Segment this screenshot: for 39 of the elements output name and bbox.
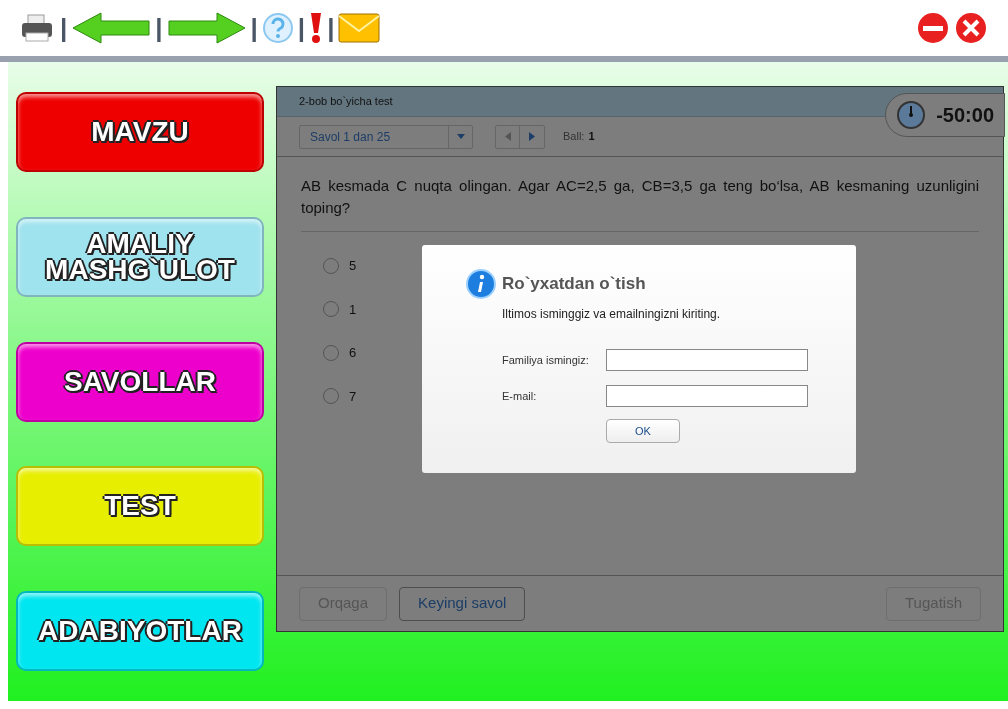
option-label: 6 [349, 344, 357, 362]
help-icon[interactable] [261, 12, 294, 44]
stopwatch-icon [896, 100, 927, 130]
dialog-message: Iltimos isminggiz va emailningizni kiriting. [502, 306, 722, 323]
question-select[interactable]: Savol 1 dan 25 [299, 124, 473, 149]
timer: -50:00 [885, 93, 1005, 137]
exclamation-icon[interactable] [309, 11, 324, 45]
minimize-icon[interactable] [916, 11, 950, 45]
nav-action-button[interactable]: Keyingi savol [399, 586, 526, 621]
test-title: 2-bob bo`yicha test [299, 94, 393, 110]
separator: | [250, 15, 258, 41]
input-field[interactable] [606, 385, 808, 407]
info-icon [466, 269, 496, 299]
option-label: 7 [349, 387, 357, 406]
left-arrow-icon[interactable] [71, 11, 152, 45]
right-arrow-icon[interactable] [166, 11, 247, 45]
question-text: AB kesmada C nuqta olingan. Agar AC=2,5 ga, CB=3,5 ga teng bo‘lsa, AB kesmaning uzunligini toping? [301, 175, 979, 232]
ok-button[interactable]: OK [606, 419, 680, 443]
option-label: 1 [349, 300, 357, 319]
dialog-title: Ro`yxatdan o`tish [502, 273, 646, 296]
separator: | [155, 15, 163, 41]
nav-button[interactable]: SAVOLLAR [16, 341, 264, 422]
nav-button[interactable]: MAVZU [16, 92, 264, 172]
score-label: Ball: [563, 129, 585, 145]
nav-button[interactable]: AMALIY MASHG`ULOT [16, 216, 264, 297]
caret-icon [456, 134, 465, 139]
separator: | [327, 15, 335, 41]
envelope-icon[interactable] [338, 13, 381, 43]
score-value: 1 [588, 129, 595, 145]
right-triangle-icon [529, 132, 535, 141]
field-label: E-mail: [502, 388, 538, 404]
separator: | [297, 15, 306, 41]
separator: | [60, 15, 68, 41]
option-label: 5 [349, 257, 357, 275]
field-label: Familiya ismingiz: [502, 352, 590, 368]
close-icon[interactable] [954, 11, 988, 45]
input-field[interactable] [606, 349, 808, 371]
nav-button[interactable]: ADABIYOTLAR [16, 591, 264, 671]
left-triangle-icon [504, 132, 511, 141]
